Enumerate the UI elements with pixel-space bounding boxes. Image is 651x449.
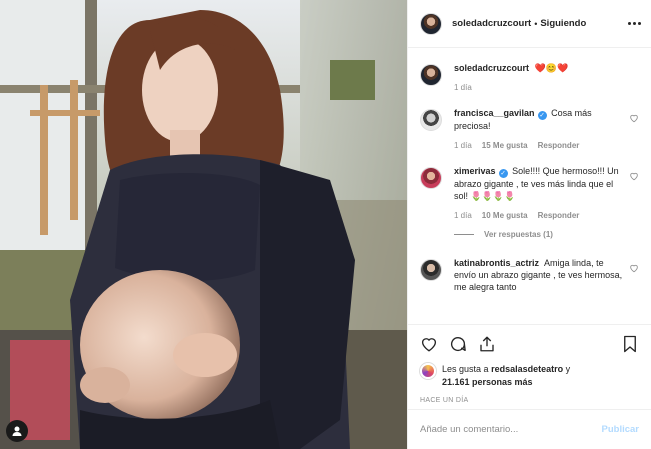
comment-time[interactable]: 1 día — [454, 140, 472, 152]
post-timestamp[interactable]: HACE UN DÍA — [420, 397, 639, 404]
comment-likes[interactable]: 10 Me gusta — [482, 210, 528, 222]
post-username[interactable]: soledadcruzcourt — [452, 18, 531, 29]
likes-count[interactable]: 21.161 personas más — [442, 377, 533, 387]
caption: soledadcruzcourt ❤️😊❤️ 1 día — [420, 62, 639, 94]
view-replies-button[interactable]: Ver respuestas (1) — [454, 230, 639, 239]
comment-icon[interactable] — [449, 335, 467, 353]
avatar[interactable] — [420, 12, 442, 35]
comment-input[interactable] — [420, 424, 602, 435]
post-side-panel: soledadcruzcourt • Siguiendo soledadcruz… — [407, 0, 651, 449]
comment-username[interactable]: ximerivas — [454, 166, 496, 176]
action-bar — [420, 333, 639, 355]
divider — [454, 234, 474, 235]
more-options-icon[interactable] — [628, 22, 641, 25]
comment-likes[interactable]: 15 Me gusta — [482, 140, 528, 152]
heart-icon[interactable] — [629, 113, 639, 123]
share-icon[interactable] — [478, 335, 496, 353]
caption-username[interactable]: soledadcruzcourt — [454, 63, 529, 73]
liked-by-user[interactable]: redsalasdeteatro — [491, 364, 563, 374]
caption-time[interactable]: 1 día — [454, 82, 472, 94]
avatar[interactable] — [420, 363, 436, 379]
likes-middle: y — [565, 364, 571, 374]
reply-button[interactable]: Responder — [538, 210, 580, 222]
verified-badge-icon: ✓ — [498, 169, 508, 178]
avatar[interactable] — [420, 259, 442, 281]
comment-username[interactable]: francisca__gavilan — [454, 108, 535, 118]
avatar[interactable] — [420, 167, 442, 189]
caption-text: ❤️😊❤️ — [534, 63, 569, 73]
follow-status-button[interactable]: Siguiendo — [540, 18, 586, 29]
comments-list[interactable]: soledadcruzcourt ❤️😊❤️ 1 día francisca__… — [408, 49, 651, 324]
comment-time[interactable]: 1 día — [454, 210, 472, 222]
view-replies-label: Ver respuestas (1) — [484, 230, 553, 239]
reply-button[interactable]: Responder — [538, 140, 580, 152]
likes-prefix: Les gusta a — [442, 364, 489, 374]
separator-dot: • — [534, 18, 538, 29]
user-tag-icon — [12, 426, 22, 436]
heart-icon[interactable] — [420, 335, 438, 353]
heart-icon[interactable] — [629, 263, 639, 273]
publish-button[interactable]: Publicar — [602, 424, 640, 435]
post-photo[interactable] — [0, 0, 407, 449]
add-comment-bar: Publicar — [408, 409, 651, 449]
post-header: soledadcruzcourt • Siguiendo — [408, 0, 651, 48]
list-item: ximerivas ✓ Sole!!!! Que hermoso!!! Un ab… — [420, 165, 639, 222]
bookmark-icon[interactable] — [621, 335, 639, 353]
user-tag-button[interactable] — [6, 420, 28, 442]
post-actions: Les gusta a redsalasdeteatro y 21.161 pe… — [408, 324, 651, 404]
list-item: francisca__gavilan ✓ Cosa más preciosa! 1… — [420, 107, 639, 152]
avatar[interactable] — [420, 109, 442, 131]
verified-badge-icon: ✓ — [537, 111, 547, 120]
comment-username[interactable]: katinabrontis_actriz — [454, 258, 539, 268]
photo-illustration — [0, 0, 407, 449]
heart-icon[interactable] — [629, 171, 639, 181]
likes-summary: Les gusta a redsalasdeteatro y 21.161 pe… — [420, 363, 639, 389]
list-item: katinabrontis_actriz Amiga linda, te env… — [420, 257, 639, 293]
avatar[interactable] — [420, 64, 442, 86]
